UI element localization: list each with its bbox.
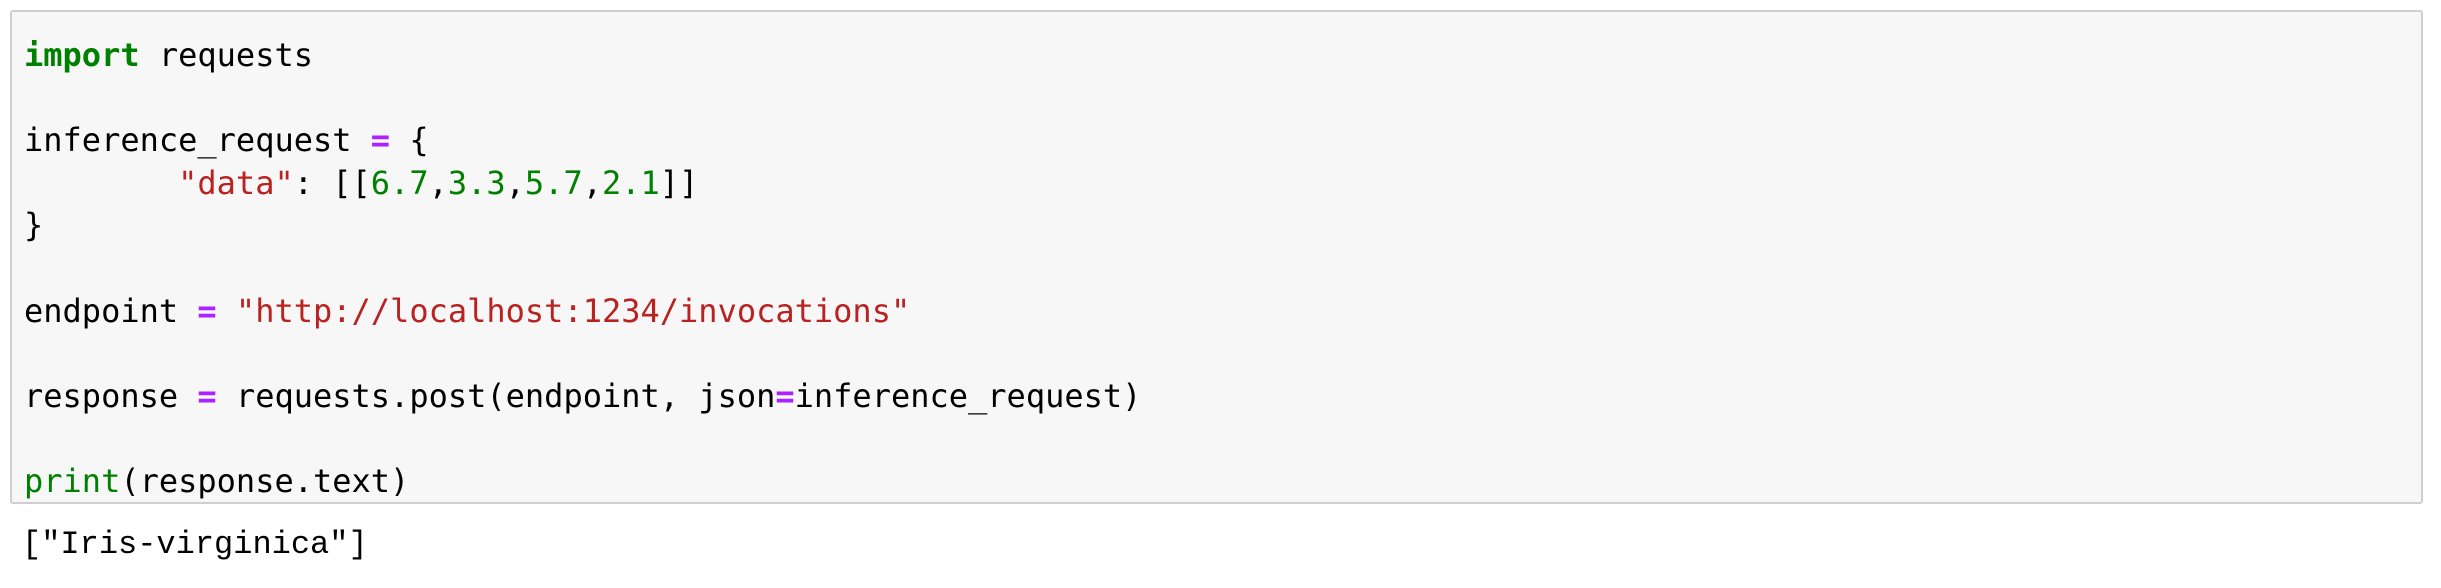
- function-arg: (response.text): [120, 461, 410, 500]
- url-string: "http://localhost:1234/invocations": [235, 291, 911, 330]
- import-keyword: import: [24, 36, 140, 74]
- assign-operator: =: [197, 376, 217, 415]
- number: 2.1: [601, 163, 660, 202]
- code-editor[interactable]: import requests inference_request = { "d…: [24, 34, 1141, 503]
- assign-operator: =: [197, 291, 217, 330]
- module-name: requests: [139, 36, 313, 74]
- number: 5.7: [524, 163, 583, 202]
- builtin-print: print: [24, 461, 121, 500]
- variable-name: endpoint: [24, 291, 179, 330]
- brace: }: [24, 206, 44, 245]
- brace: {: [390, 121, 429, 160]
- number: 3.3: [447, 163, 506, 202]
- comma: ,: [505, 163, 525, 202]
- function-arg: inference_request): [794, 376, 1142, 415]
- variable-name: response: [24, 376, 179, 415]
- comma: ,: [428, 163, 448, 202]
- number: 6.7: [370, 163, 429, 202]
- punctuation: : [[: [293, 163, 371, 202]
- cell-output: ["Iris-virginica"]: [22, 526, 368, 563]
- kwarg-operator: =: [775, 376, 795, 415]
- function-call: requests.post(endpoint, json: [216, 376, 776, 415]
- assign-operator: =: [370, 121, 391, 160]
- punctuation: ]]: [659, 163, 699, 202]
- comma: ,: [582, 163, 602, 202]
- code-cell[interactable]: import requests inference_request = { "d…: [10, 10, 2423, 504]
- dict-key: "data": [178, 163, 294, 202]
- variable-name: inference_request: [24, 121, 352, 160]
